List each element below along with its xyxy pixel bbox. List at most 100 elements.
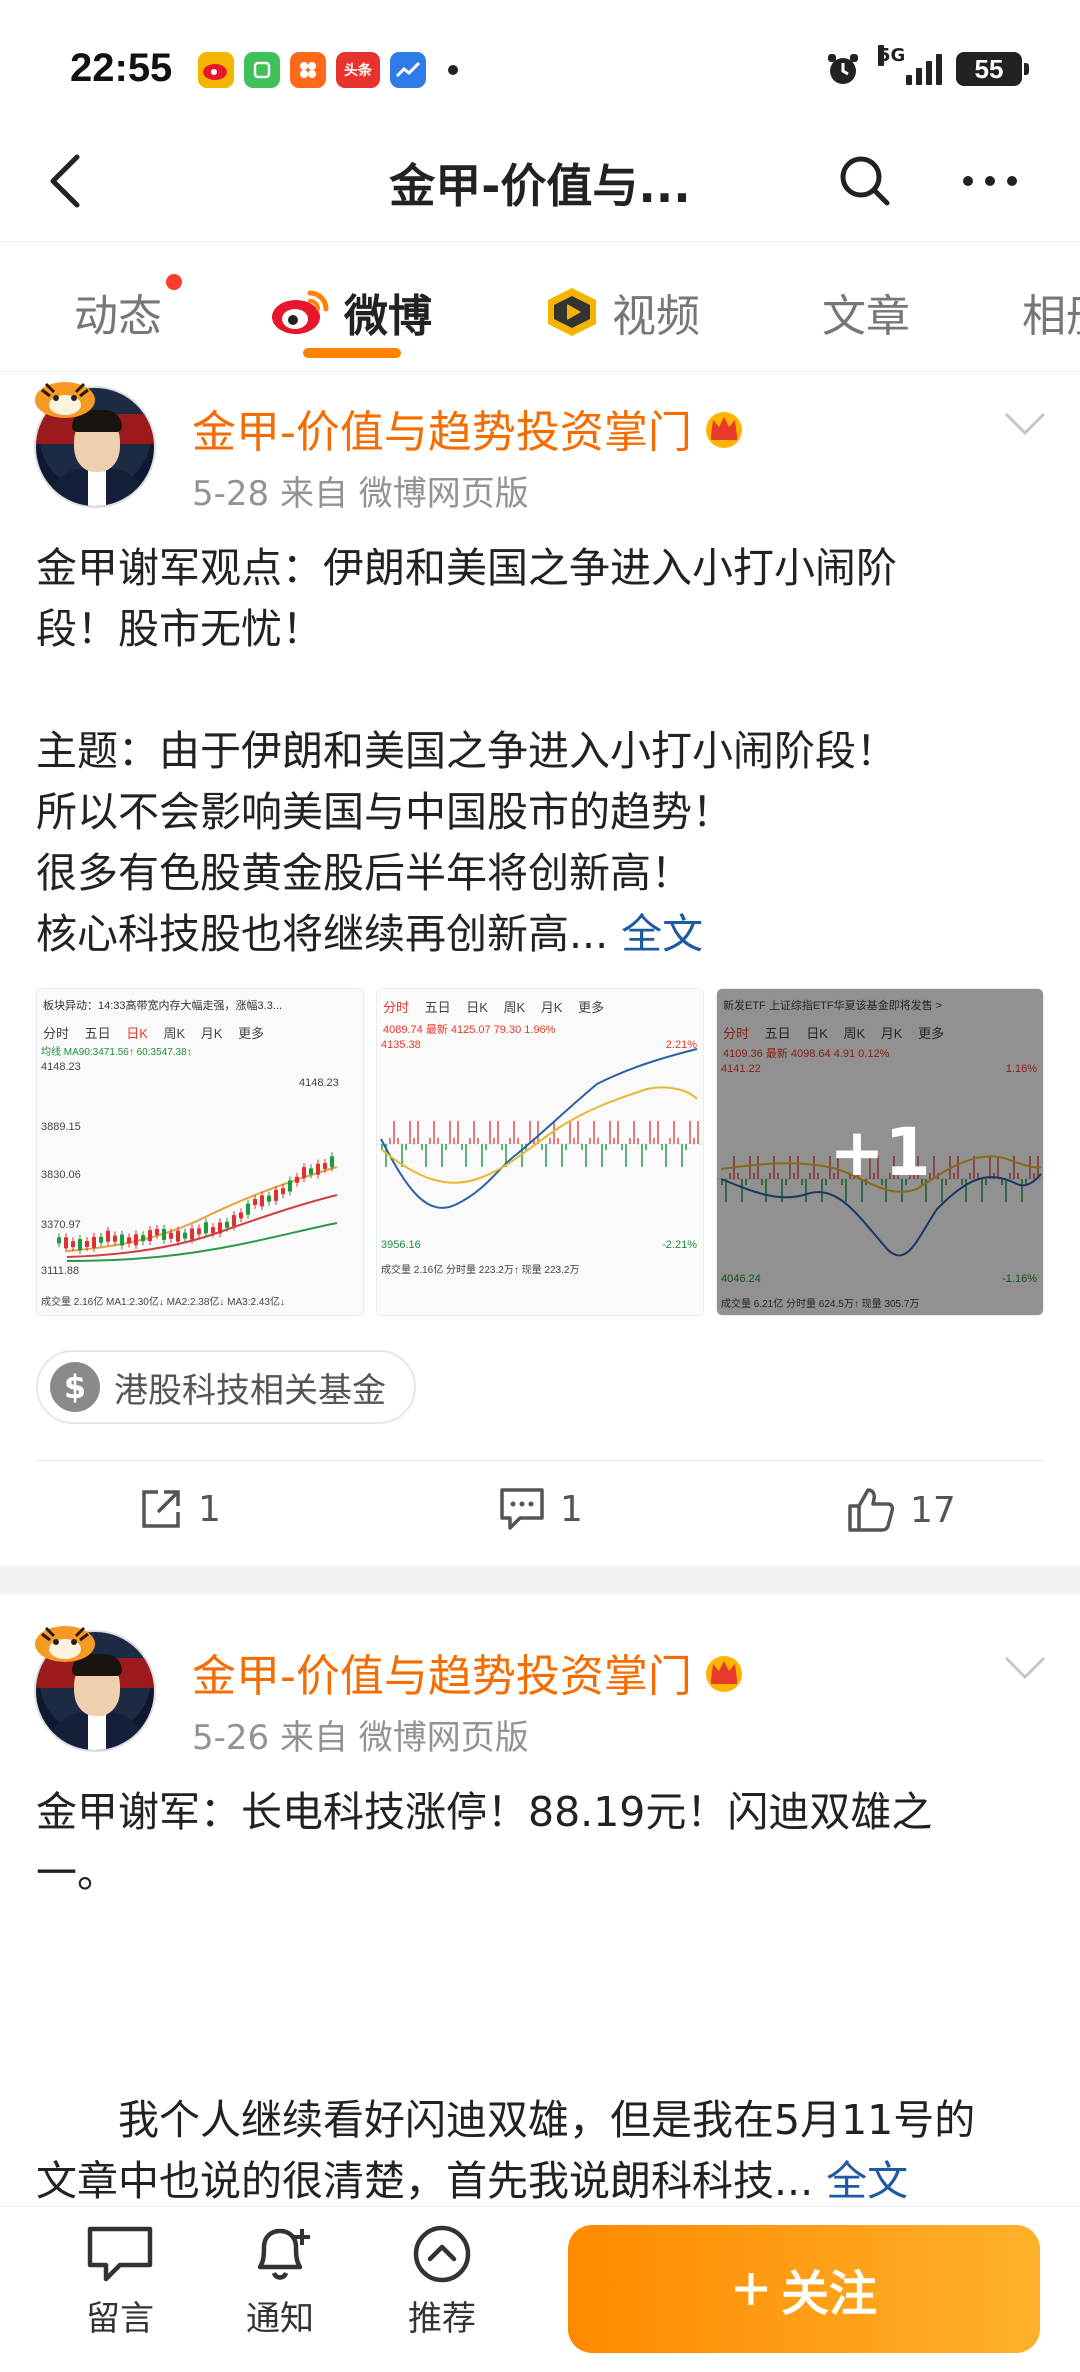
volume-bar	[397, 1138, 399, 1144]
full-text-link[interactable]: 全文	[826, 2157, 908, 2205]
volume-bar	[621, 1144, 623, 1150]
comment-tab-label: 留言	[86, 2299, 154, 2339]
volume-bar	[389, 1138, 391, 1144]
volume-bar	[449, 1121, 451, 1144]
post-text-line: 金甲谢军观点：伊朗和美国之争进入小打小闹阶	[36, 544, 897, 592]
volume-bar	[453, 1138, 455, 1144]
search-button[interactable]	[830, 146, 900, 216]
share-count: 1	[198, 1488, 221, 1530]
volume-bar	[689, 1121, 691, 1144]
tiger-avatar-frame-icon	[35, 1626, 95, 1662]
topic-label: 港股科技相关基金	[114, 1370, 386, 1411]
post-text[interactable]: 金甲谢军：长电科技涨停！88.19元！闪迪双雄之 一。	[36, 1782, 1046, 1904]
post-text-line: 很多有色股黄金股后半年将创新高！	[36, 849, 692, 897]
volume-bar	[409, 1121, 411, 1144]
status-app-icons: 头条	[198, 52, 458, 88]
post-menu-button[interactable]	[1000, 1648, 1050, 1688]
tab-album[interactable]: 相册	[1022, 280, 1080, 344]
post-text-line: 一。	[36, 1849, 118, 1897]
tab-label: 动态	[74, 291, 162, 342]
network-label: 5G	[878, 45, 906, 66]
volume-bar	[693, 1138, 695, 1144]
volume-bar	[569, 1121, 571, 1144]
notify-button[interactable]: 通知	[220, 2223, 340, 2340]
volume-bar	[465, 1144, 467, 1167]
post-author[interactable]: 金甲-价值与趋势投资掌门	[192, 1640, 746, 1704]
post-text-line: 金甲谢军：长电科技涨停！88.19元！闪迪双雄之	[36, 1788, 933, 1836]
topic-tag[interactable]: $ 港股科技相关基金	[36, 1350, 416, 1424]
volume-bar	[509, 1138, 511, 1144]
volume-bar	[589, 1138, 591, 1144]
volume-bar	[545, 1144, 547, 1167]
volume-bar	[629, 1138, 631, 1144]
comment-tab-button[interactable]: 留言	[60, 2223, 180, 2340]
follow-label: 关注	[780, 2266, 877, 2322]
volume-bar	[585, 1144, 587, 1167]
tab-articles[interactable]: 文章	[822, 280, 910, 344]
battery-icon: 55	[956, 52, 1029, 86]
chevron-down-icon	[1004, 412, 1046, 436]
volume-bar	[429, 1138, 431, 1144]
section-separator	[0, 1566, 1080, 1594]
nav-bar: 金甲-价值与...	[0, 120, 1080, 242]
post-menu-button[interactable]	[1000, 404, 1050, 444]
volume-bar	[497, 1121, 499, 1144]
volume-bar	[489, 1121, 491, 1144]
search-icon	[840, 156, 890, 206]
alarm-icon	[828, 54, 858, 84]
tab-unread-dot	[166, 274, 182, 290]
post-text[interactable]: 我个人继续看好闪迪双雄，但是我在5月11号的 文章中也说的很清楚，首先我说朗科科…	[36, 2090, 1046, 2212]
volume-bar	[653, 1138, 655, 1144]
post-text[interactable]: 金甲谢军观点：伊朗和美国之争进入小打小闹阶 段！股市无忧！ 主题：由于伊朗和美国…	[36, 538, 1046, 965]
volume-bar	[437, 1138, 439, 1144]
more-images-overlay[interactable]: +1	[717, 989, 1043, 1315]
tab-label: 微博	[344, 291, 432, 342]
comment-icon	[500, 1488, 544, 1530]
post-actions: 1 1 17	[0, 1466, 1080, 1566]
more-button[interactable]	[950, 146, 1030, 216]
recommend-button[interactable]: 推荐	[382, 2223, 502, 2340]
volume-bar	[625, 1144, 627, 1167]
message-icon	[87, 2226, 153, 2282]
volume-bar	[637, 1138, 639, 1144]
volume-bar	[405, 1144, 407, 1150]
post-author[interactable]: 金甲-价值与趋势投资掌门	[192, 396, 746, 460]
volume-bar	[593, 1121, 595, 1144]
status-right: 5G 55	[824, 45, 1029, 88]
post-meta: 5-28 来自 微博网页版	[192, 474, 529, 514]
follow-button[interactable]: 关注	[568, 2225, 1040, 2353]
tab-weibo[interactable]: 微博	[270, 280, 432, 344]
volume-bar	[609, 1121, 611, 1144]
page-title: 金甲-价值与...	[389, 159, 691, 213]
full-text-link[interactable]: 全文	[621, 910, 703, 958]
image-grid: 板块异动：14:33高带宽内存大幅走强，涨幅3.3... 分时 五日 日K 周K…	[36, 988, 1044, 1316]
comment-button[interactable]: 1	[498, 1486, 583, 1532]
volume-bar	[645, 1144, 647, 1150]
author-name: 金甲-价值与趋势投资掌门	[192, 1651, 692, 1702]
volume-bar	[513, 1121, 515, 1144]
volume-bar	[469, 1138, 471, 1144]
bell-plus-icon	[257, 2228, 310, 2280]
notification-dot	[448, 65, 458, 75]
dollar-icon: $	[50, 1362, 100, 1412]
post-text-line: 所以不会影响美国与中国股市的趋势！	[36, 788, 733, 836]
recommend-label: 推荐	[408, 2299, 476, 2339]
tab-dongtai[interactable]: 动态	[74, 280, 162, 344]
share-button[interactable]: 1	[138, 1486, 221, 1532]
post-text-line: 核心科技股也将继续再创新高...	[36, 910, 609, 958]
image-thumbnail[interactable]: 新发ETF 上证综指ETF华夏该基金即将发售 > 分时 五日 日K 周K 月K …	[716, 988, 1044, 1316]
image-thumbnail[interactable]: 板块异动：14:33高带宽内存大幅走强，涨幅3.3... 分时 五日 日K 周K…	[36, 988, 364, 1316]
post-meta: 5-26 来自 微博网页版	[192, 1718, 529, 1758]
video-badge-icon	[548, 288, 596, 336]
image-thumbnail[interactable]: 分时 五日 日K 周K 月K 更多 4089.74 最新 4125.07 79.…	[376, 988, 704, 1316]
signal-icon: 5G	[878, 45, 942, 85]
volume-bar	[417, 1121, 419, 1144]
volume-bar	[481, 1144, 483, 1167]
tab-video[interactable]: 视频	[544, 280, 700, 344]
volume-bar	[685, 1144, 687, 1150]
stock-app-icon	[390, 52, 426, 88]
chevron-down-icon	[1004, 1656, 1046, 1680]
share-icon	[142, 1490, 180, 1528]
like-button[interactable]: 17	[846, 1486, 956, 1534]
volume-bar	[669, 1138, 671, 1144]
